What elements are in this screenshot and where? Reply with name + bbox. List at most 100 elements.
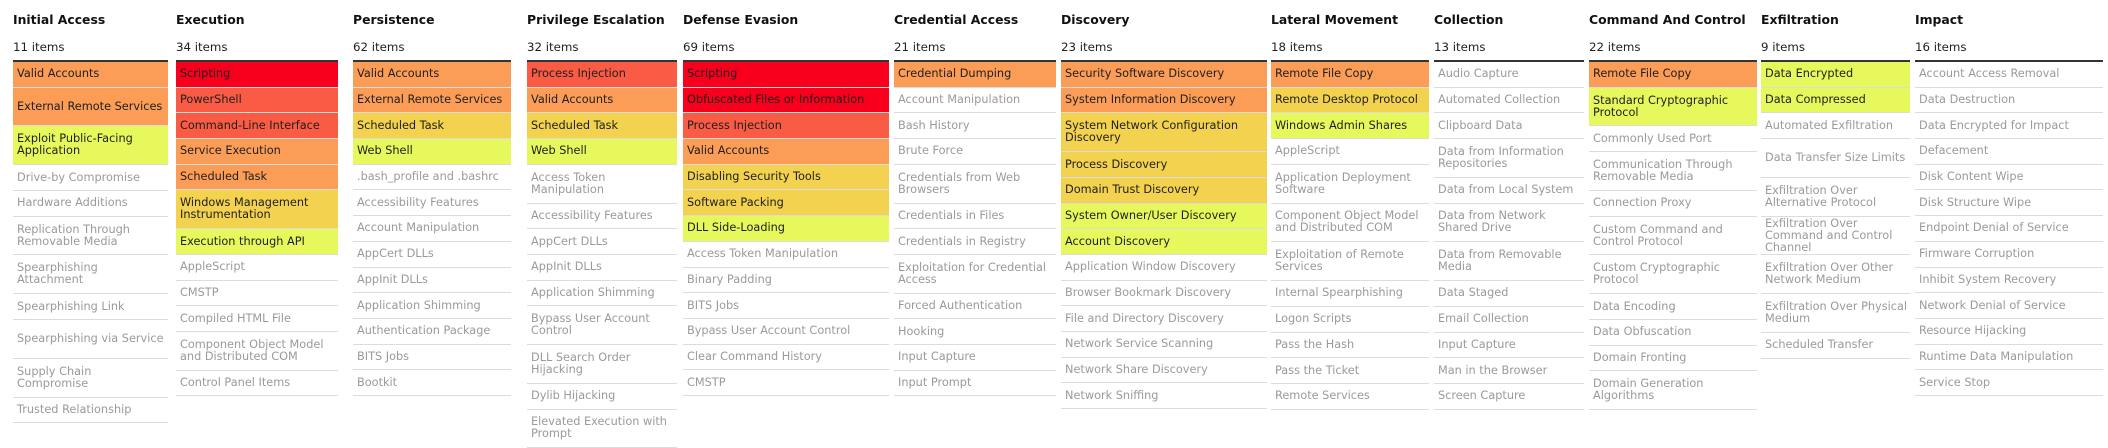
- technique-cell[interactable]: Valid Accounts: [527, 87, 677, 114]
- technique-cell[interactable]: Accessibility Features: [353, 190, 511, 217]
- technique-cell[interactable]: Spearphishing Link: [13, 294, 168, 320]
- technique-cell[interactable]: Service Execution: [176, 139, 338, 165]
- technique-cell[interactable]: Component Object Model and Distributed C…: [1271, 204, 1429, 243]
- technique-cell[interactable]: Command-Line Interface: [176, 113, 338, 140]
- technique-cell[interactable]: Data Staged: [1434, 281, 1584, 307]
- technique-cell[interactable]: Data Encoding: [1589, 294, 1757, 320]
- technique-cell[interactable]: AppleScript: [1271, 139, 1429, 165]
- technique-cell[interactable]: Internal Spearphishing: [1271, 281, 1429, 307]
- technique-cell[interactable]: Credentials from Web Browsers: [894, 165, 1056, 204]
- technique-cell[interactable]: Obfuscated Files or Information: [683, 87, 889, 114]
- technique-cell[interactable]: Data from Local System: [1434, 178, 1584, 204]
- technique-cell[interactable]: BITS Jobs: [353, 345, 511, 371]
- technique-cell[interactable]: Clear Command History: [683, 345, 889, 371]
- technique-cell[interactable]: Bootkit: [353, 370, 511, 396]
- tactic-header[interactable]: Lateral Movement: [1271, 12, 1398, 27]
- technique-cell[interactable]: DLL Search Order Hijacking: [527, 345, 677, 384]
- technique-cell[interactable]: Data Compressed: [1761, 87, 1910, 114]
- technique-cell[interactable]: Web Shell: [527, 139, 677, 165]
- technique-cell[interactable]: Application Deployment Software: [1271, 165, 1429, 204]
- technique-cell[interactable]: Email Collection: [1434, 307, 1584, 333]
- technique-cell[interactable]: Brute Force: [894, 139, 1056, 165]
- technique-cell[interactable]: Network Service Scanning: [1061, 332, 1267, 358]
- technique-cell[interactable]: Hardware Additions: [13, 191, 168, 217]
- technique-cell[interactable]: External Remote Services: [353, 87, 511, 114]
- technique-cell[interactable]: Valid Accounts: [683, 139, 889, 165]
- technique-cell[interactable]: BITS Jobs: [683, 293, 889, 319]
- technique-cell[interactable]: Process Injection: [527, 62, 677, 88]
- technique-cell[interactable]: Connection Proxy: [1589, 191, 1757, 217]
- technique-cell[interactable]: Application Shimming: [353, 293, 511, 319]
- technique-cell[interactable]: Valid Accounts: [353, 62, 511, 88]
- tactic-header[interactable]: Defense Evasion: [683, 12, 798, 27]
- technique-cell[interactable]: Application Window Discovery: [1061, 255, 1267, 281]
- technique-cell[interactable]: Exfiltration Over Alternative Protocol: [1761, 178, 1910, 217]
- technique-cell[interactable]: Valid Accounts: [13, 62, 168, 88]
- technique-cell[interactable]: Data Encrypted: [1761, 62, 1910, 88]
- technique-cell[interactable]: Pass the Ticket: [1271, 358, 1429, 384]
- technique-cell[interactable]: Execution through API: [176, 229, 338, 255]
- technique-cell[interactable]: Web Shell: [353, 139, 511, 165]
- technique-cell[interactable]: Windows Admin Shares: [1271, 113, 1429, 140]
- technique-cell[interactable]: Scheduled Task: [527, 113, 677, 140]
- technique-cell[interactable]: Exfiltration Over Physical Medium: [1761, 294, 1910, 334]
- technique-cell[interactable]: External Remote Services: [13, 87, 168, 127]
- technique-cell[interactable]: Man in the Browser: [1434, 358, 1584, 384]
- technique-cell[interactable]: Data from Information Repositories: [1434, 139, 1584, 178]
- technique-cell[interactable]: CMSTP: [176, 281, 338, 307]
- tactic-header[interactable]: Collection: [1434, 12, 1503, 27]
- technique-cell[interactable]: Defacement: [1915, 139, 2103, 165]
- technique-cell[interactable]: Account Manipulation: [353, 216, 511, 242]
- technique-cell[interactable]: Domain Fronting: [1589, 346, 1757, 372]
- technique-cell[interactable]: Exfiltration Over Other Network Medium: [1761, 255, 1910, 295]
- technique-cell[interactable]: Data Destruction: [1915, 88, 2103, 114]
- tactic-header[interactable]: Privilege Escalation: [527, 12, 665, 27]
- technique-cell[interactable]: Bash History: [894, 113, 1056, 140]
- tactic-header[interactable]: Persistence: [353, 12, 435, 27]
- technique-cell[interactable]: Credentials in Files: [894, 204, 1056, 230]
- technique-cell[interactable]: Scheduled Task: [176, 164, 338, 191]
- technique-cell[interactable]: Scheduled Transfer: [1761, 333, 1910, 359]
- technique-cell[interactable]: Remote Services: [1271, 384, 1429, 410]
- technique-cell[interactable]: Input Capture: [894, 345, 1056, 371]
- tactic-header[interactable]: Discovery: [1061, 12, 1129, 27]
- technique-cell[interactable]: Security Software Discovery: [1061, 62, 1267, 88]
- technique-cell[interactable]: Data Encrypted for Impact: [1915, 113, 2103, 140]
- technique-cell[interactable]: Exploit Public-Facing Application: [13, 126, 168, 166]
- tactic-header[interactable]: Exfiltration: [1761, 12, 1839, 27]
- technique-cell[interactable]: File and Directory Discovery: [1061, 306, 1267, 332]
- technique-cell[interactable]: Domain Trust Discovery: [1061, 177, 1267, 204]
- technique-cell[interactable]: Access Token Manipulation: [683, 242, 889, 268]
- technique-cell[interactable]: Dylib Hijacking: [527, 384, 677, 410]
- technique-cell[interactable]: Bypass User Account Control: [527, 306, 677, 346]
- technique-cell[interactable]: AppCert DLLs: [353, 242, 511, 268]
- technique-cell[interactable]: System Owner/User Discovery: [1061, 203, 1267, 230]
- technique-cell[interactable]: Disabling Security Tools: [683, 164, 889, 191]
- technique-cell[interactable]: CMSTP: [683, 370, 889, 396]
- technique-cell[interactable]: Network Denial of Service: [1915, 293, 2103, 319]
- technique-cell[interactable]: Custom Command and Control Protocol: [1589, 217, 1757, 256]
- tactic-header[interactable]: Initial Access: [13, 12, 105, 27]
- technique-cell[interactable]: Inhibit System Recovery: [1915, 268, 2103, 294]
- technique-cell[interactable]: Remote Desktop Protocol: [1271, 87, 1429, 114]
- technique-cell[interactable]: Windows Management Instrumentation: [176, 190, 338, 230]
- technique-cell[interactable]: Access Token Manipulation: [527, 165, 677, 204]
- technique-cell[interactable]: Network Share Discovery: [1061, 358, 1267, 384]
- technique-cell[interactable]: Pass the Hash: [1271, 333, 1429, 359]
- technique-cell[interactable]: Scheduled Task: [353, 113, 511, 140]
- technique-cell[interactable]: Exfiltration Over Command and Control Ch…: [1761, 217, 1910, 256]
- technique-cell[interactable]: DLL Side-Loading: [683, 216, 889, 242]
- technique-cell[interactable]: Trusted Relationship: [13, 398, 168, 424]
- technique-cell[interactable]: Elevated Execution with Prompt: [527, 410, 677, 448]
- technique-cell[interactable]: System Network Configuration Discovery: [1061, 113, 1267, 153]
- tactic-header[interactable]: Impact: [1915, 12, 1963, 27]
- technique-cell[interactable]: Custom Cryptographic Protocol: [1589, 255, 1757, 295]
- technique-cell[interactable]: .bash_profile and .bashrc: [353, 165, 511, 191]
- technique-cell[interactable]: Clipboard Data: [1434, 113, 1584, 140]
- technique-cell[interactable]: Input Capture: [1434, 333, 1584, 359]
- technique-cell[interactable]: Credential Dumping: [894, 62, 1056, 88]
- technique-cell[interactable]: Data from Network Shared Drive: [1434, 204, 1584, 243]
- technique-cell[interactable]: Runtime Data Manipulation: [1915, 345, 2103, 371]
- technique-cell[interactable]: Hooking: [894, 319, 1056, 346]
- tactic-header[interactable]: Execution: [176, 12, 245, 27]
